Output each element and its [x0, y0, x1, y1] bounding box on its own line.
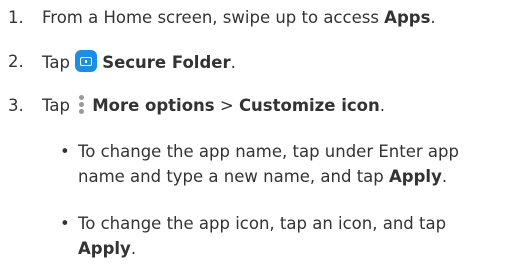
bullet-change-icon: • To change the app icon, tap an icon, a…: [60, 212, 514, 261]
step-text-post: .: [430, 8, 436, 27]
instruction-document: 1. From a Home screen, swipe up to acces…: [0, 0, 518, 275]
step-text: Tap More options > Customize icon.: [42, 94, 514, 118]
step-number: 2.: [8, 52, 24, 71]
step-text: Tap Secure Folder.: [42, 50, 514, 75]
step-text: From a Home screen, swipe up to access A…: [42, 6, 514, 30]
step-text-pre: Tap: [42, 53, 76, 72]
bullet-marker: •: [60, 214, 70, 233]
customize-icon-label: Customize icon: [238, 96, 380, 115]
step-number: 3.: [8, 96, 24, 115]
bullet-line-2: Apply.: [78, 237, 514, 261]
apply-label: Apply: [389, 166, 442, 186]
step-text-pre: Tap: [42, 96, 76, 115]
bullet-marker: •: [60, 142, 70, 161]
bullet-text-post: .: [130, 238, 137, 258]
bullet-line-2: name and type a new name, and tap Apply.: [78, 165, 514, 189]
step-number: 1.: [8, 8, 24, 27]
apps-label: Apps: [384, 8, 431, 27]
step-text-post: .: [230, 53, 236, 72]
bullet-text-post: .: [441, 166, 448, 186]
bullet-change-name: • To change the app name, tap under Ente…: [60, 140, 514, 189]
step-text-post: .: [379, 96, 385, 115]
step-text-pre: From a Home screen, swipe up to access: [42, 8, 385, 27]
bullet-line-1: To change the app name, tap under Enter …: [78, 142, 459, 161]
apply-label: Apply: [78, 238, 131, 258]
secure-folder-icon: [75, 50, 98, 72]
menu-separator: >: [214, 96, 239, 115]
bullet-line-1: To change the app icon, tap an icon, and…: [78, 214, 447, 233]
more-options-icon: [79, 95, 85, 115]
more-options-label: More options: [92, 96, 215, 115]
secure-folder-label: Secure Folder: [102, 53, 231, 72]
bullet-text-pre: name and type a new name, and tap: [78, 166, 390, 186]
